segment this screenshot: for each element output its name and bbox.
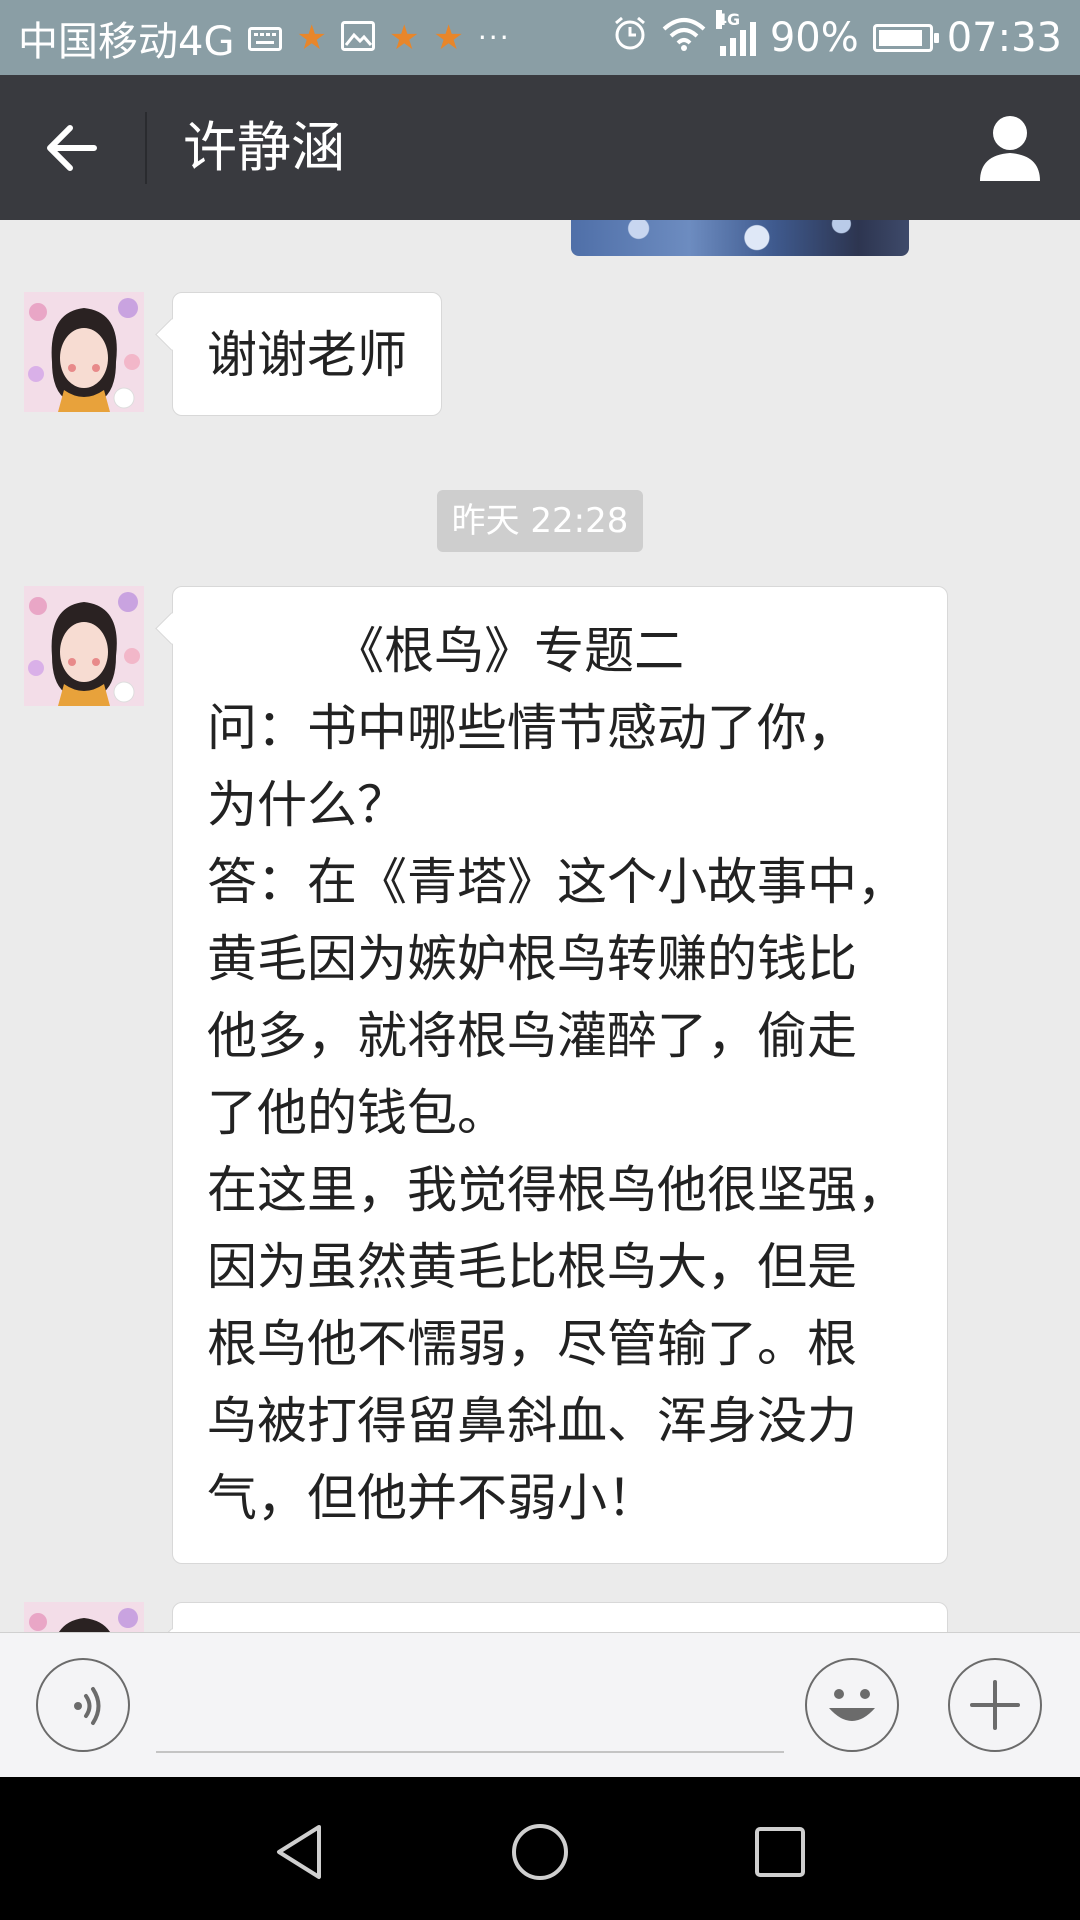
status-bar: 中国移动4G ★ ★ ★ ··· 4G 90% 07:33	[0, 0, 1080, 75]
battery-percent: 90%	[769, 14, 859, 61]
status-bar-left: 中国移动4G ★ ★ ★ ···	[18, 0, 511, 75]
back-button[interactable]	[28, 113, 118, 183]
header-divider	[145, 112, 147, 184]
battery-fill	[878, 29, 922, 46]
message-line: 根鸟他不懦弱，尽管输了。根	[207, 1315, 857, 1373]
nav-home-button[interactable]	[495, 1807, 585, 1897]
person-icon	[980, 116, 1040, 181]
profile-button[interactable]	[970, 111, 1050, 185]
contact-avatar[interactable]	[24, 1602, 144, 1632]
network-type-label: 4G	[715, 9, 741, 29]
clock: 07:33	[946, 14, 1062, 61]
message-line: 气，但他并不弱小！	[207, 1469, 657, 1527]
more-dots-icon: ···	[477, 21, 511, 54]
star-icon: ★	[433, 17, 464, 58]
chat-message-list[interactable]: 谢谢老师 昨天 22:28 《根鸟》专题二 问：书中哪些情节感动了你， 为什么？…	[0, 220, 1080, 1632]
star-icon: ★	[388, 17, 420, 58]
message-line: 答：在《青塔》这个小故事中，	[207, 853, 907, 911]
message-line: 鸟被打得留鼻斜血、浑身没力	[207, 1392, 857, 1450]
star-icon: ★	[296, 17, 327, 58]
message-line: 在这里，我觉得根鸟他很坚强，	[207, 1161, 907, 1219]
message-line: 因为虽然黄毛比根鸟大，但是	[207, 1238, 857, 1296]
message-line: 为什么？	[207, 776, 407, 834]
nav-recent-icon	[755, 1827, 805, 1877]
system-nav-bar	[0, 1777, 1080, 1920]
image-icon	[340, 15, 375, 61]
chat-header: 许静涵	[0, 75, 1080, 220]
message-timestamp: 昨天 22:28	[437, 490, 643, 552]
nav-back-icon	[277, 1825, 321, 1879]
input-bar	[0, 1632, 1080, 1777]
contact-avatar[interactable]	[24, 586, 144, 706]
message-bubble[interactable]: 《根鸟》专题二 问：书中哪些情节感动了你， 为什么？ 答：在《青塔》这个小故事中…	[172, 586, 948, 1564]
plus-icon	[970, 1680, 1020, 1730]
battery-icon	[872, 23, 939, 52]
message-bubble[interactable]: 谢谢老师	[172, 292, 442, 416]
carrier-label: 中国移动4G	[18, 18, 235, 65]
message-line: 了他的钱包。	[207, 1084, 507, 1142]
more-options-button[interactable]	[948, 1658, 1042, 1752]
nav-home-icon	[512, 1824, 568, 1880]
signal-icon: 4G	[715, 9, 756, 56]
voice-button[interactable]	[36, 1658, 130, 1752]
contact-avatar[interactable]	[24, 292, 144, 412]
message-bubble[interactable]	[172, 1602, 948, 1632]
message-input[interactable]	[156, 1653, 784, 1753]
message-line: 他多，就将根鸟灌醉了，偷走	[207, 1007, 857, 1065]
emoji-button[interactable]	[805, 1658, 899, 1752]
message-line: 问：书中哪些情节感动了你，	[207, 699, 857, 757]
emoji-icon	[829, 1689, 875, 1721]
message-line: 黄毛因为嫉妒根鸟转赚的钱比	[207, 930, 857, 988]
wifi-icon	[662, 15, 706, 61]
message-text: 谢谢老师	[207, 326, 407, 384]
status-bar-right: 4G 90% 07:33	[612, 0, 1062, 75]
alarm-icon	[612, 15, 648, 61]
nav-recent-button[interactable]	[735, 1807, 825, 1897]
chat-title: 许静涵	[183, 116, 345, 179]
keyboard-icon	[248, 15, 283, 61]
arrow-left-icon	[47, 125, 97, 171]
sent-image-thumbnail[interactable]	[571, 220, 909, 256]
message-line: 《根鸟》专题二	[207, 622, 685, 680]
nav-back-button[interactable]	[255, 1807, 345, 1897]
voice-icon	[74, 1687, 101, 1725]
